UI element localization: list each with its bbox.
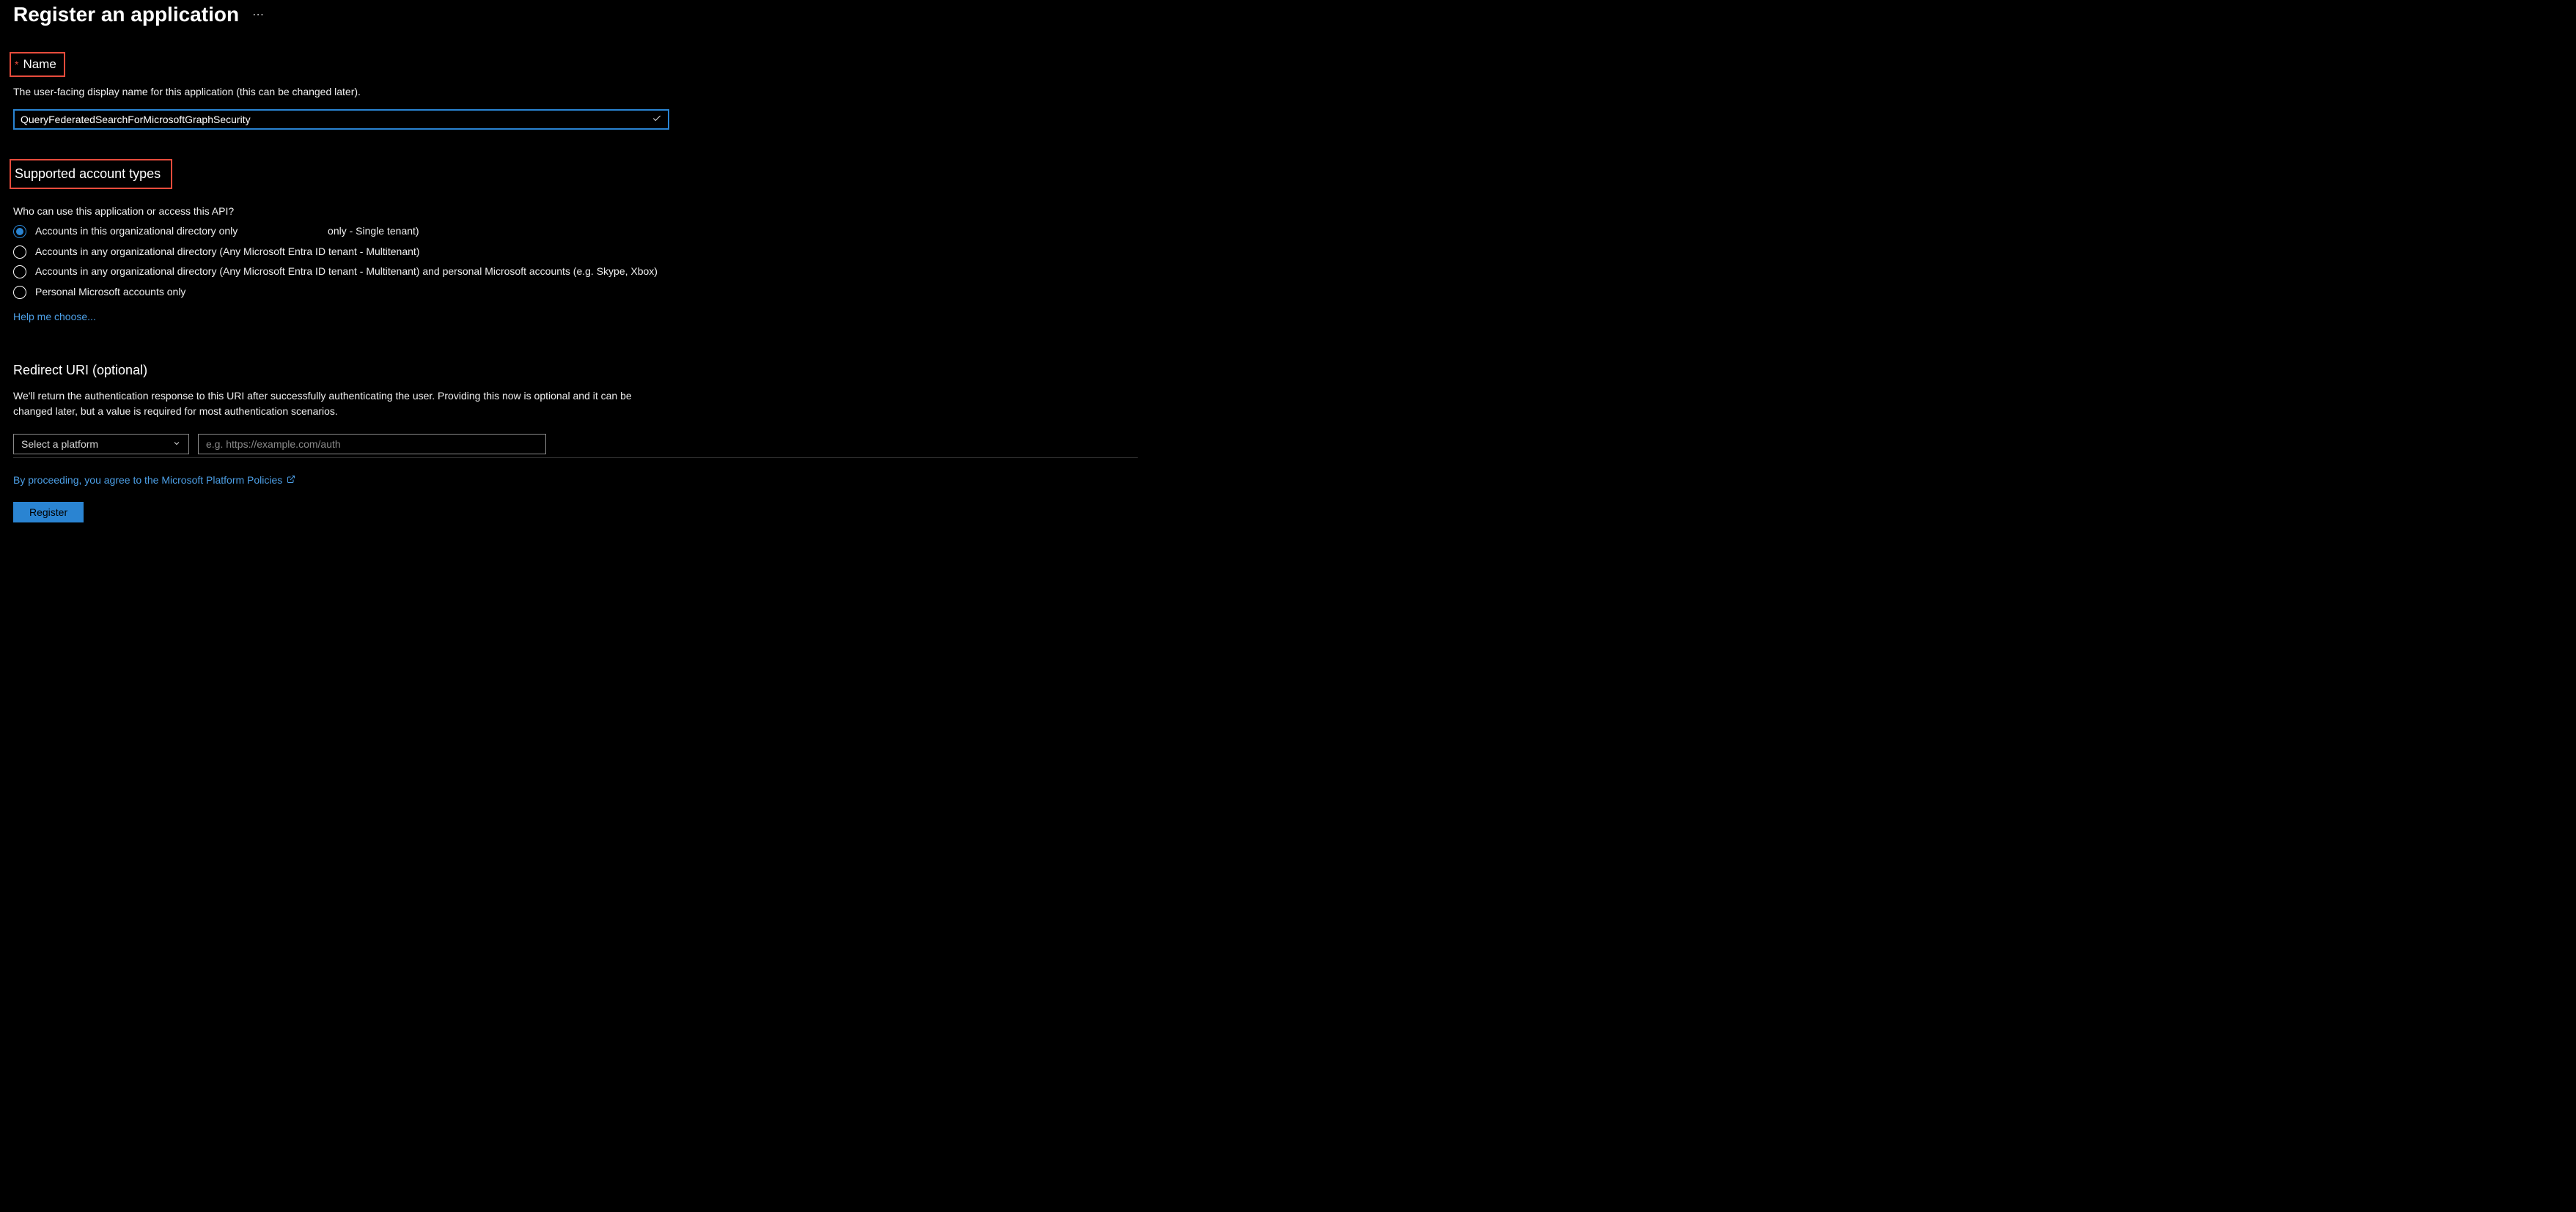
radio-label: Accounts in any organizational directory… — [35, 265, 658, 279]
platform-select[interactable]: Select a platform — [13, 434, 189, 454]
more-icon[interactable]: ⋯ — [252, 7, 265, 22]
radio-icon — [13, 265, 26, 278]
help-me-choose-link[interactable]: Help me choose... — [13, 311, 96, 322]
radio-label: Personal Microsoft accounts only — [35, 285, 185, 300]
app-name-input[interactable] — [13, 109, 669, 130]
checkmark-icon — [652, 114, 662, 126]
account-type-option-personal-only[interactable]: Personal Microsoft accounts only — [13, 285, 669, 300]
account-type-option-multitenant[interactable]: Accounts in any organizational directory… — [13, 245, 669, 259]
account-type-option-single-tenant[interactable]: Accounts in this organizational director… — [13, 224, 669, 239]
radio-label: Accounts in any organizational directory… — [35, 245, 419, 259]
footer-divider — [13, 457, 1138, 458]
platform-select-label: Select a platform — [21, 438, 98, 450]
redacted-tenant-name — [240, 224, 325, 239]
redirect-uri-input[interactable] — [198, 434, 546, 454]
radio-label: Accounts in this organizational director… — [35, 224, 419, 239]
platform-policies-link[interactable]: By proceeding, you agree to the Microsof… — [13, 474, 282, 486]
register-button[interactable]: Register — [13, 502, 84, 522]
accounts-heading-highlight: Supported account types — [10, 159, 172, 189]
radio-label-prefix: Accounts in this organizational director… — [35, 225, 240, 237]
account-type-option-multitenant-personal[interactable]: Accounts in any organizational directory… — [13, 265, 669, 279]
radio-icon — [13, 286, 26, 299]
page-title: Register an application — [13, 3, 239, 26]
radio-icon — [13, 245, 26, 259]
external-link-icon — [287, 474, 295, 486]
redirect-uri-description: We'll return the authentication response… — [13, 388, 669, 419]
name-field-label: Name — [23, 57, 56, 72]
name-label-highlight: * Name — [10, 52, 65, 77]
name-field-hint: The user-facing display name for this ap… — [13, 86, 1138, 97]
redirect-uri-heading: Redirect URI (optional) — [13, 363, 1138, 378]
radio-label-suffix: only - Single tenant) — [325, 225, 419, 237]
chevron-down-icon — [172, 438, 181, 450]
account-types-radio-group: Accounts in this organizational director… — [13, 224, 669, 299]
accounts-section-question: Who can use this application or access t… — [13, 205, 1138, 217]
accounts-section-heading: Supported account types — [15, 166, 161, 181]
radio-icon — [13, 225, 26, 238]
required-star-icon: * — [15, 59, 18, 70]
